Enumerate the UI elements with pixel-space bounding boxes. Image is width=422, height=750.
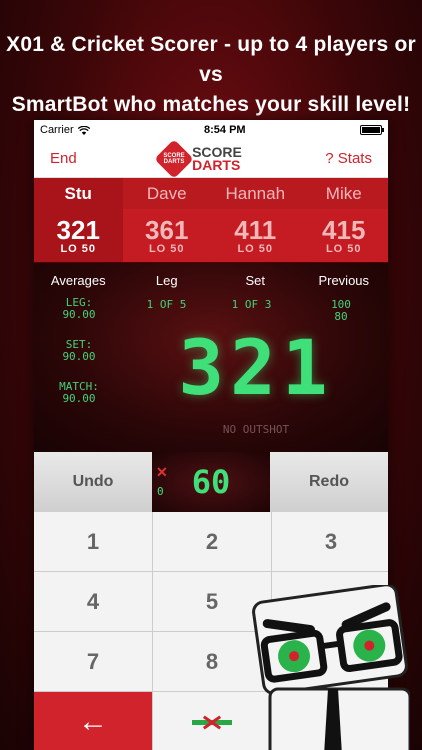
set-progress: 1 OF 3 xyxy=(231,298,272,311)
player-tab-hannah[interactable]: Hannah 411 LO 50 xyxy=(211,178,300,262)
key-7[interactable]: 7 xyxy=(34,632,152,691)
averages-header: Averages xyxy=(50,273,106,288)
promo-banner: X01 & Cricket Scorer - up to 4 players o… xyxy=(0,30,422,120)
player-score: 321 xyxy=(56,214,100,245)
leg-header: Leg xyxy=(155,273,178,288)
bust-marker-icon: ✕ xyxy=(156,464,168,480)
score-entry-display[interactable]: ✕ 0 60 xyxy=(152,452,270,512)
player-score: 361 xyxy=(145,214,189,245)
player-status: LO 50 xyxy=(325,242,362,255)
score-display-panel: Averages Leg Set Previous LEG: 90.00 SET… xyxy=(34,262,388,452)
player-tab-dave[interactable]: Dave 361 LO 50 xyxy=(122,178,211,262)
match-average-value: 90.00 xyxy=(62,392,96,405)
dartboard-logo-icon: SCORE DARTS xyxy=(154,138,194,179)
player-name: Stu xyxy=(34,178,123,209)
previous-score-2: 80 xyxy=(334,310,348,323)
outshot-hint: NO OUTSHOT xyxy=(222,423,290,436)
player-name: Mike xyxy=(299,178,388,209)
key-3[interactable]: 3 xyxy=(272,512,388,571)
player-tab-stu[interactable]: Stu 321 LO 50 xyxy=(34,178,123,262)
averages-column: LEG: 90.00 SET: 90.00 MATCH: 90.00 xyxy=(34,297,124,415)
key-2[interactable]: 2 xyxy=(153,512,271,571)
redo-button[interactable]: Redo xyxy=(270,452,388,512)
set-average-value: 90.00 xyxy=(62,350,96,363)
backspace-button[interactable]: ← xyxy=(34,692,152,750)
battery-icon xyxy=(359,125,384,135)
bust-icon xyxy=(192,708,232,736)
undo-button[interactable]: Undo xyxy=(34,452,152,512)
wifi-icon xyxy=(77,125,90,135)
stats-button[interactable]: ? Stats xyxy=(325,150,372,167)
carrier-label: Carrier xyxy=(40,124,74,136)
promo-line-2: SmartBot who matches your skill level! xyxy=(11,93,411,116)
player-tab-mike[interactable]: Mike 415 LO 50 xyxy=(299,178,388,262)
key-4[interactable]: 4 xyxy=(34,572,152,631)
player-scoreboard: Stu 321 LO 50 Dave 361 LO 50 Hannah 411 … xyxy=(34,178,388,262)
player-score: 415 xyxy=(322,214,366,245)
player-status: LO 50 xyxy=(60,242,97,255)
remaining-score: 321 xyxy=(178,323,334,412)
player-name: Hannah xyxy=(211,178,300,209)
previous-header: Previous xyxy=(318,273,370,288)
key-1[interactable]: 1 xyxy=(34,512,152,571)
leg-progress: 1 OF 5 xyxy=(146,298,187,311)
player-name: Dave xyxy=(122,178,211,209)
navigation-bar: End SCORE DARTS SCORE DARTS ? Stats xyxy=(34,138,388,179)
logo-word-darts: DARTS xyxy=(192,156,241,173)
smartbot-mascot-icon xyxy=(252,585,410,750)
dart-count: 0 xyxy=(157,485,164,498)
set-header: Set xyxy=(245,273,265,288)
promo-line-1: X01 & Cricket Scorer - up to 4 players o… xyxy=(6,33,416,86)
leg-average-value: 90.00 xyxy=(62,308,96,321)
entry-value: 60 xyxy=(191,463,231,501)
previous-scores: 100 80 xyxy=(294,299,388,323)
end-button[interactable]: End xyxy=(50,150,77,167)
player-score: 411 xyxy=(234,214,277,245)
player-status: LO 50 xyxy=(148,242,185,255)
player-status: LO 50 xyxy=(237,242,274,255)
status-bar: Carrier 8:54 PM xyxy=(34,120,388,140)
score-input-row: Undo ✕ 0 60 Redo xyxy=(34,452,388,512)
app-logo: SCORE DARTS SCORE DARTS xyxy=(154,138,242,179)
clock: 8:54 PM xyxy=(204,124,246,136)
